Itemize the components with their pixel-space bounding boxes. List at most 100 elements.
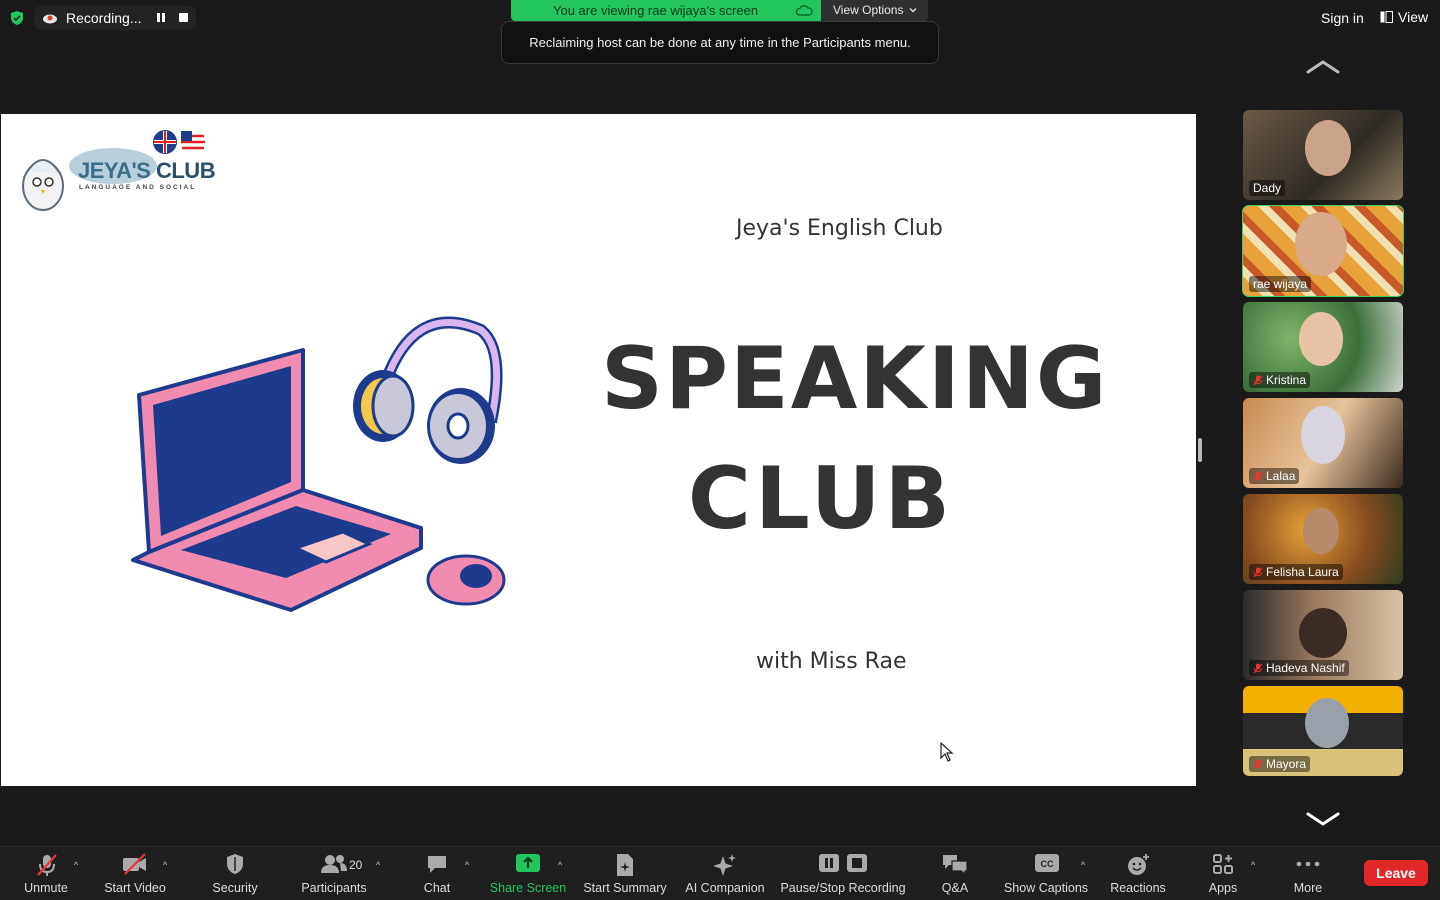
mouse-cursor-icon [940,742,954,762]
summary-document-icon [617,854,633,876]
view-button[interactable]: View [1380,9,1428,25]
participant-avatar [1299,312,1343,366]
participants-button[interactable]: Participants [296,847,372,900]
leave-button[interactable]: Leave [1364,860,1428,886]
audio-options-caret-icon[interactable]: ^ [74,860,78,870]
participant-avatar [1299,608,1347,658]
chat-label: Chat [423,881,451,895]
apps-button[interactable]: Apps [1200,847,1246,900]
recording-indicator[interactable]: Recording... [34,6,196,30]
participant-name-tag: rae wijaya [1249,276,1312,292]
chat-button[interactable]: Chat [412,847,462,900]
start-summary-label: Start Summary [583,881,667,895]
more-button[interactable]: More [1284,847,1332,900]
ai-companion-button[interactable]: AI Companion [682,847,768,900]
apps-options-caret-icon[interactable]: ^ [1251,860,1255,870]
layout-view-icon [1380,11,1393,23]
participants-count: 20 [349,858,363,872]
shared-screen: JEYA'S CLUB LANGUAGE AND SOCIAL Jeya's E… [1,114,1196,786]
host-reclaim-toast: Reclaiming host can be done at any time … [501,21,939,64]
more-label: More [1293,881,1323,895]
view-options-button[interactable]: View Options [821,0,928,21]
pause-stop-recording-button[interactable]: Pause/Stop Recording [778,847,908,900]
sign-in-link[interactable]: Sign in [1321,10,1364,26]
share-screen-button[interactable]: Share Screen [488,847,568,900]
gallery-scroll-up-icon[interactable] [1305,58,1341,76]
unmute-button[interactable]: Unmute [16,847,76,900]
participant-name: Mayora [1266,757,1307,771]
logo-club-text: CLUB [155,158,216,183]
viewing-banner-text: You are viewing rae wijaya's screen [553,3,759,18]
participant-avatar [1305,120,1351,176]
participant-name: rae wijaya [1253,277,1308,291]
unmute-label: Unmute [24,881,68,895]
chat-bubble-icon [428,856,446,873]
qa-label: Q&A [941,881,969,895]
participant-tile[interactable]: Hadeva Nashif [1243,590,1403,680]
reactions-button[interactable]: Reactions [1106,847,1170,900]
start-video-button[interactable]: Start Video [100,847,170,900]
participant-tile[interactable]: Dady [1243,110,1403,200]
participant-name-tag: Lalaa [1249,468,1300,484]
participant-tile[interactable]: Felisha Laura [1243,494,1403,584]
pause-recording-icon[interactable] [156,12,166,23]
pause-stop-recording-label: Pause/Stop Recording [780,881,906,895]
meeting-toolbar: Unmute ^ Start Video ^ Security Particip… [0,846,1440,900]
recording-label: Recording... [66,10,142,26]
more-dots-icon [1296,861,1320,867]
slide-subtitle: with Miss Rae [756,649,907,674]
participant-avatar [1305,698,1349,748]
security-button[interactable]: Security [205,847,265,900]
reactions-label: Reactions [1110,881,1166,895]
muted-mic-icon [1253,759,1263,769]
start-summary-button[interactable]: Start Summary [580,847,670,900]
view-options-label: View Options [833,3,904,17]
chat-options-caret-icon[interactable]: ^ [465,860,469,870]
emoji-reaction-icon [1128,854,1149,875]
resize-handle[interactable] [1198,438,1202,462]
muted-mic-icon [1253,567,1263,577]
security-label: Security [212,881,258,895]
share-screen-label: Share Screen [489,881,567,895]
participant-name-tag: Kristina [1249,372,1311,388]
participant-name: Hadeva Nashif [1266,661,1345,675]
shield-check-icon[interactable] [9,10,25,26]
chevron-down-icon [909,7,917,13]
video-off-icon [123,853,146,875]
stop-recording-icon[interactable] [179,13,188,22]
participant-tile[interactable]: rae wijaya [1242,205,1404,297]
muted-mic-icon [1253,663,1263,673]
muted-mic-icon [1253,471,1263,481]
slide-title-line2: CLUB [687,449,955,549]
participant-tile[interactable]: Mayora [1243,686,1403,776]
view-label: View [1398,9,1429,25]
participants-options-caret-icon[interactable]: ^ [376,860,380,870]
participant-name-tag: Hadeva Nashif [1249,660,1349,676]
sparkle-icon [713,854,736,876]
participant-tile[interactable]: Lalaa [1243,398,1403,488]
qa-bubbles-icon [943,855,968,875]
svg-text:CC: CC [1041,859,1054,869]
closed-captions-icon: CC [1035,854,1059,872]
captions-options-caret-icon[interactable]: ^ [1081,860,1085,870]
video-options-caret-icon[interactable]: ^ [163,860,167,870]
gallery-scroll-down-icon[interactable] [1305,810,1341,828]
muted-mic-icon [1253,375,1263,385]
participant-avatar [1295,212,1347,276]
show-captions-button[interactable]: CC Show Captions [1000,847,1092,900]
participant-avatar [1303,508,1339,554]
show-captions-label: Show Captions [1003,881,1089,895]
share-options-caret-icon[interactable]: ^ [558,860,562,870]
apps-grid-icon [1213,854,1233,874]
qa-button[interactable]: Q&A [930,847,980,900]
participant-name-tag: Dady [1249,180,1286,196]
pause-stop-icon [819,854,867,872]
participant-tile[interactable]: Kristina [1243,302,1403,392]
logo-subtitle: LANGUAGE AND SOCIAL [79,184,197,191]
logo-main-text: JEYA'S [78,158,151,183]
participant-name: Dady [1253,181,1282,195]
share-screen-icon [516,854,540,872]
ai-companion-label: AI Companion [685,881,765,895]
microphone-muted-icon [37,854,57,876]
participant-name: Lalaa [1266,469,1296,483]
